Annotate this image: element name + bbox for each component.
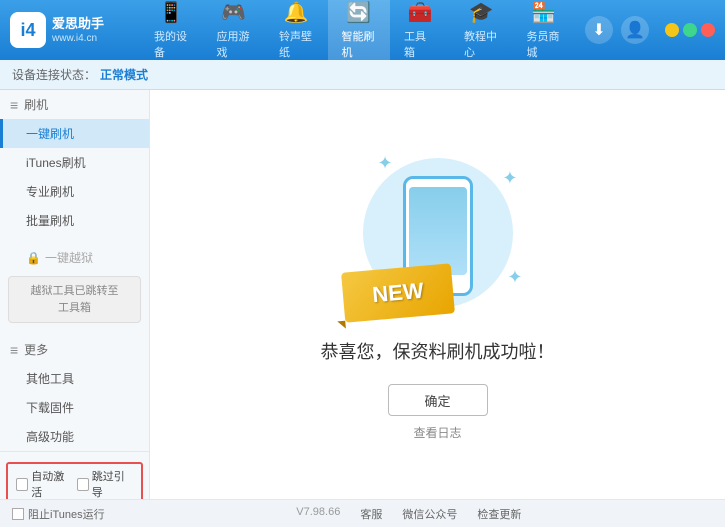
sparkle-1-icon: ✦ [378,153,393,174]
itunes-label: 阻止iTunes运行 [28,506,105,522]
nav-smart-flash[interactable]: 🔄 智能刷机 [328,0,391,60]
app-game-icon: 🎮 [221,0,246,25]
logo-icon: i4 [10,12,46,48]
time-activate-checkbox[interactable]: 跳过引导 [77,468,134,499]
footer-left: 阻止iTunes运行 [12,506,105,522]
merchant-icon: 🏪 [531,0,556,25]
nav-tabs: 📱 我的设备 🎮 应用游戏 🔔 铃声壁纸 🔄 智能刷机 🧰 工具箱 🎓 教程中心… [140,0,575,60]
my-device-icon: 📱 [159,0,184,25]
auto-activate-checkbox[interactable]: 自动激活 [16,468,73,499]
sidebar-item-download-firmware[interactable]: 下载固件 [0,393,149,422]
tutorial-icon: 🎓 [469,0,494,25]
status-value: 正常模式 [100,66,148,83]
success-illustration: NEW ✦ ✦ ✦ [348,148,528,338]
nav-merchant[interactable]: 🏪 务员商城 [513,0,576,60]
status-label: 设备连接状态： [12,66,96,83]
sidebar-bottom: 自动激活 跳过引导 📱 iPhone 15 Pro Max 512GB iPho… [0,451,149,499]
sidebar-item-other-tools[interactable]: 其他工具 [0,364,149,393]
win-min-btn[interactable] [665,23,679,37]
success-text: 恭喜您，保资料刷机成功啦！ [321,338,555,364]
footer: 阻止iTunes运行 V7.98.66 客服 微信公众号 检查更新 [0,499,725,527]
nav-app-game[interactable]: 🎮 应用游戏 [203,0,266,60]
disabled-notice: 越狱工具已跳转至工具箱 [8,276,141,323]
toolbox-icon: 🧰 [408,0,433,25]
app-header: i4 爱思助手 www.i4.cn 📱 我的设备 🎮 应用游戏 🔔 铃声壁纸 🔄… [0,0,725,60]
sidebar-item-one-key-flash[interactable]: 一键刷机 [0,119,149,148]
smart-flash-icon: 🔄 [346,0,371,25]
sparkle-2-icon: ✦ [502,168,517,189]
time-activate-check[interactable] [77,478,89,491]
sidebar-item-itunes-flash[interactable]: iTunes刷机 [0,148,149,177]
main-content: NEW ✦ ✦ ✦ 恭喜您，保资料刷机成功啦！ 确定 查看日志 [150,90,725,499]
itunes-checkbox[interactable] [12,508,24,520]
user-btn[interactable]: 👤 [621,16,649,44]
version-text: V7.98.66 [296,506,340,522]
app-url: www.i4.cn [52,33,104,44]
nav-my-device[interactable]: 📱 我的设备 [140,0,203,60]
auto-activate-check[interactable] [16,478,28,491]
flash-section-header: ≡ 刷机 [0,90,149,119]
sparkle-3-icon: ✦ [507,267,522,288]
sidebar-item-pro-flash[interactable]: 专业刷机 [0,177,149,206]
main-layout: ≡ 刷机 一键刷机 iTunes刷机 专业刷机 批量刷机 🔒 一键越狱 越狱工具… [0,90,725,499]
win-controls [665,23,715,37]
check-update-link[interactable]: 检查更新 [477,506,521,522]
logo-area: i4 爱思助手 www.i4.cn [10,12,140,48]
win-close-btn[interactable] [701,23,715,37]
view-log-link[interactable]: 查看日志 [413,424,461,441]
status-bar: 设备连接状态： 正常模式 [0,60,725,90]
header-right: ⬇ 👤 [585,16,715,44]
download-btn[interactable]: ⬇ [585,16,613,44]
footer-center: V7.98.66 客服 微信公众号 检查更新 [105,506,713,522]
nav-ringtone[interactable]: 🔔 铃声壁纸 [265,0,328,60]
new-ribbon: NEW [341,263,455,322]
phone-screen [409,187,467,275]
sidebar-disabled-jailbreak: 🔒 一键越狱 [0,243,149,272]
ringtone-icon: 🔔 [284,0,309,25]
auto-activate-row: 自动激活 跳过引导 [6,462,143,499]
more-section-icon: ≡ [10,342,18,358]
app-name: 爱思助手 [52,16,104,33]
flash-section-icon: ≡ [10,97,18,113]
sidebar-item-advanced[interactable]: 高级功能 [0,422,149,451]
nav-toolbox[interactable]: 🧰 工具箱 [390,0,450,60]
sidebar-item-batch-flash[interactable]: 批量刷机 [0,206,149,235]
sidebar: ≡ 刷机 一键刷机 iTunes刷机 专业刷机 批量刷机 🔒 一键越狱 越狱工具… [0,90,150,499]
more-section-header: ≡ 更多 [0,335,149,364]
confirm-button[interactable]: 确定 [388,384,488,416]
wechat-link[interactable]: 微信公众号 [402,506,457,522]
win-max-btn[interactable] [683,23,697,37]
support-link[interactable]: 客服 [360,506,382,522]
nav-tutorial[interactable]: 🎓 教程中心 [450,0,513,60]
